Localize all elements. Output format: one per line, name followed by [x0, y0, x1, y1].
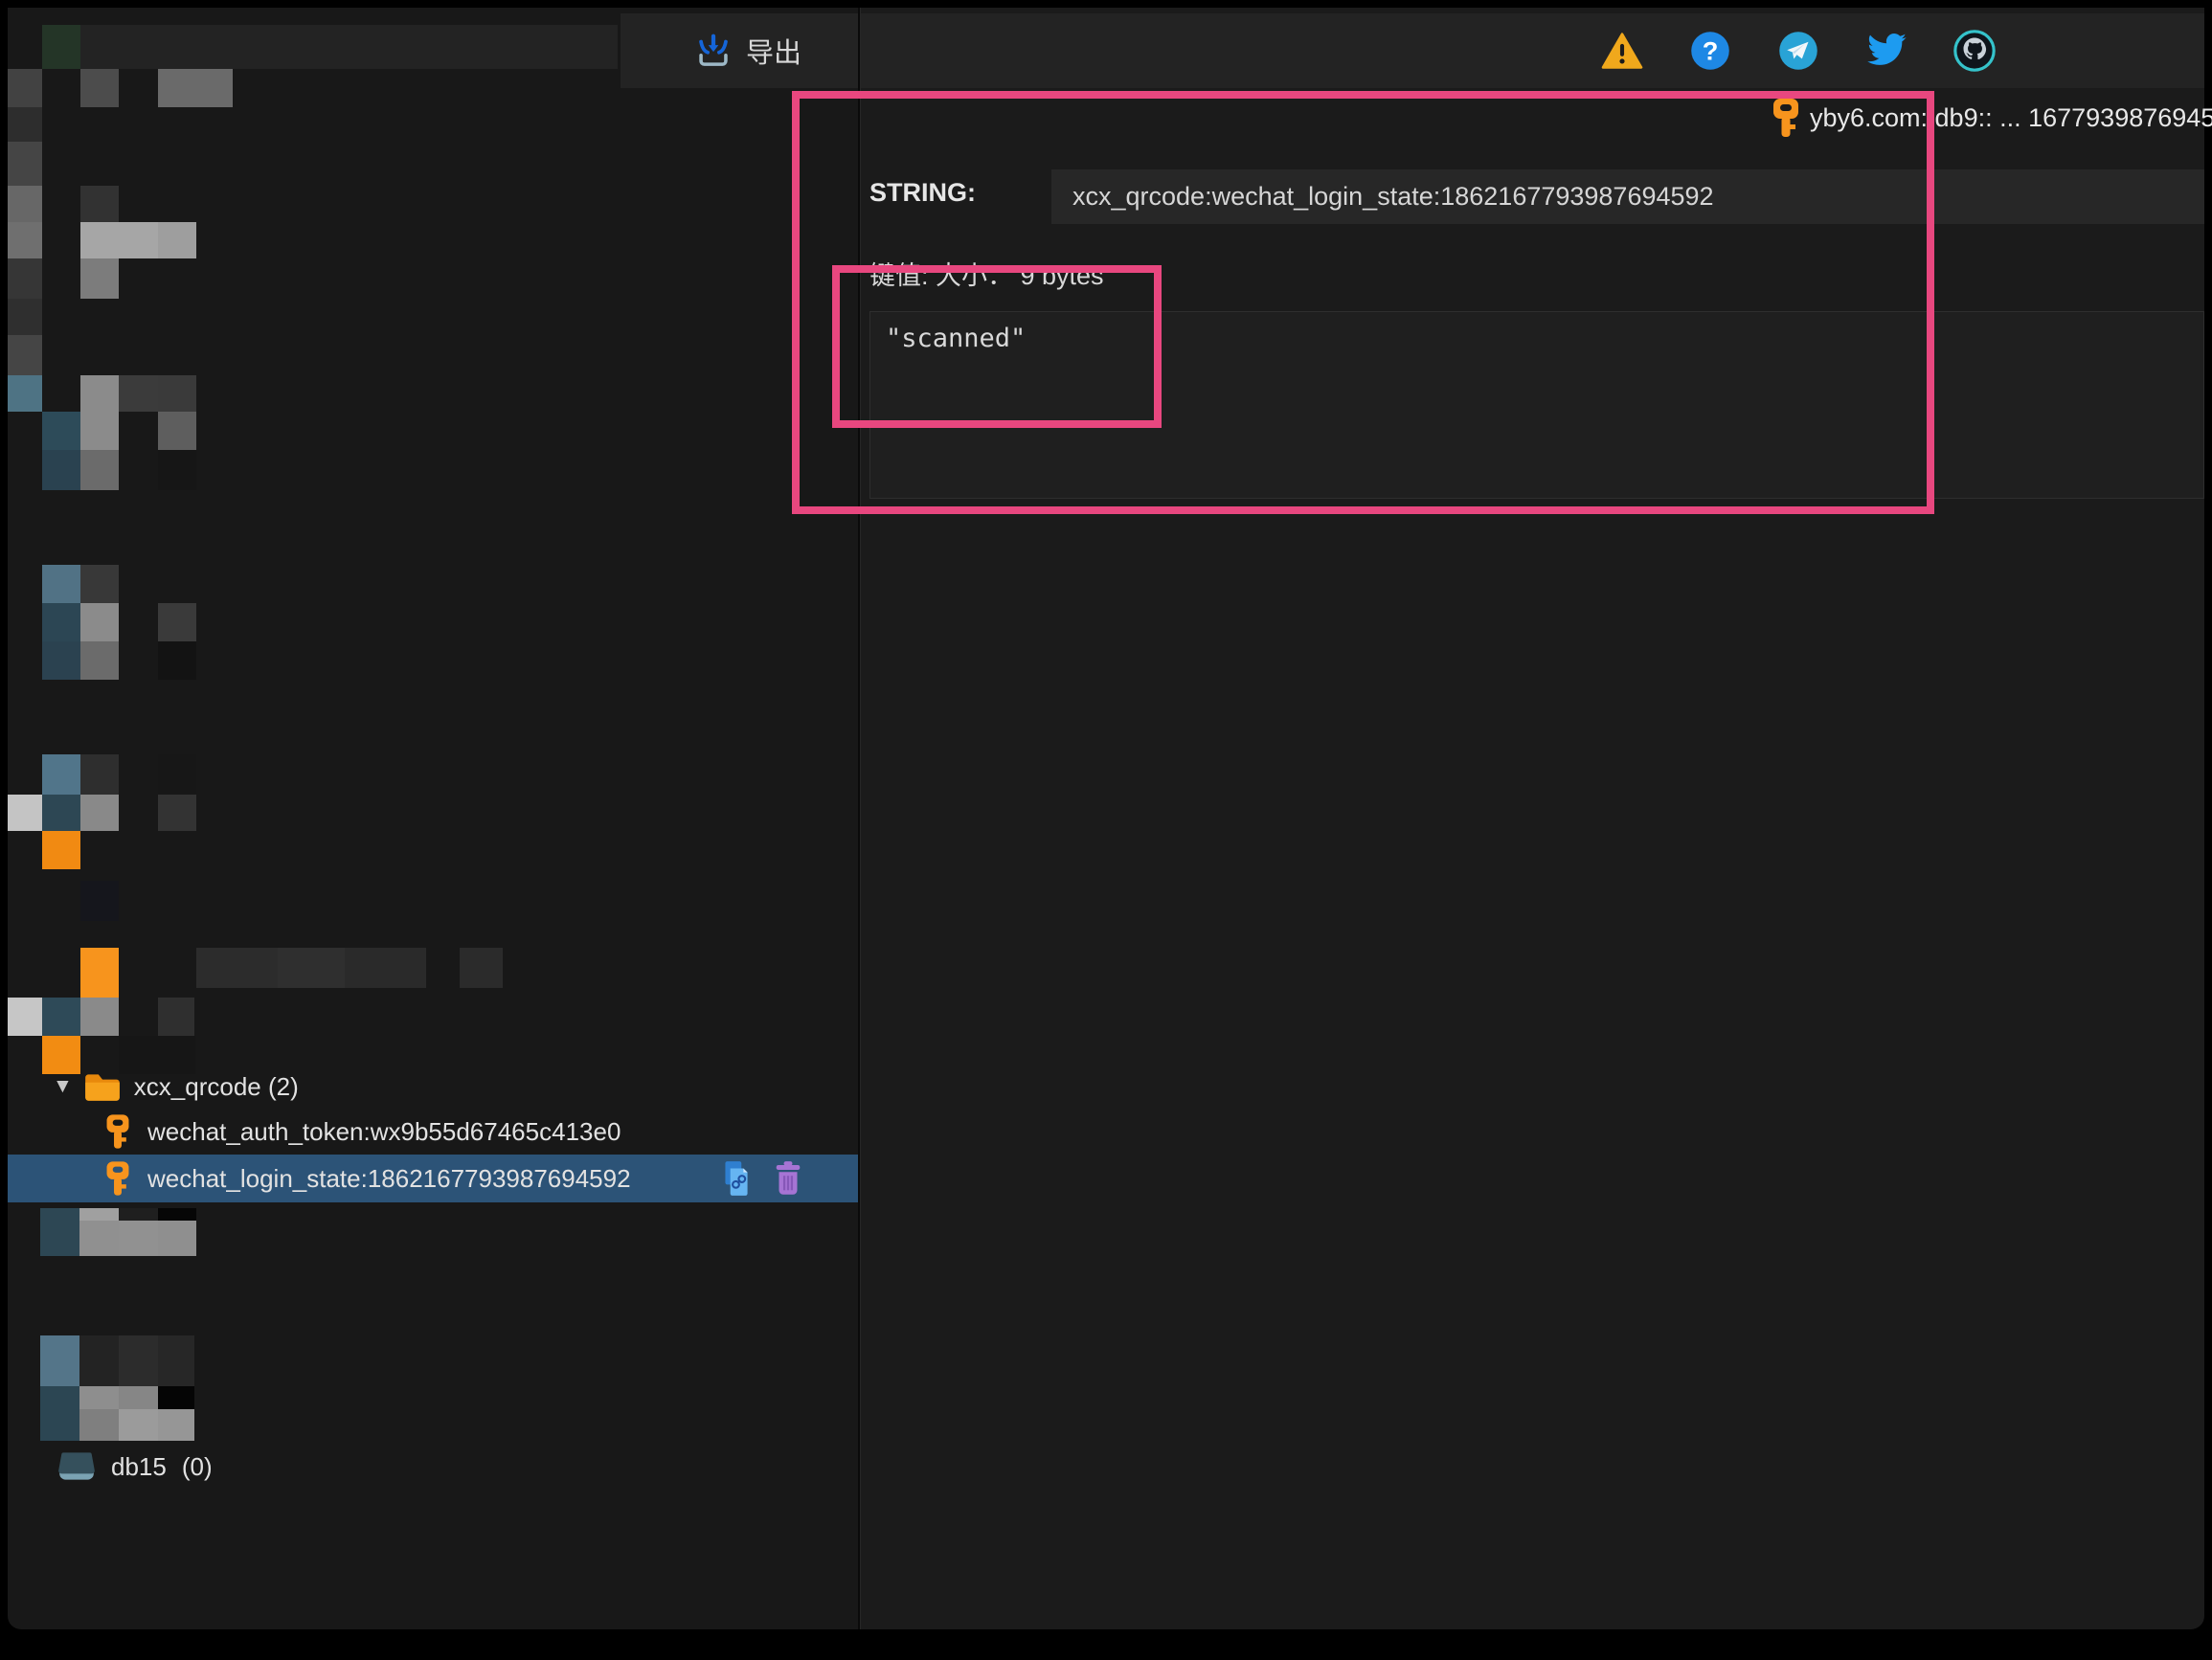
delete-key-icon[interactable] [774, 1160, 802, 1197]
github-icon[interactable] [1952, 29, 1997, 73]
key-icon [103, 1158, 132, 1199]
key-label: wechat_login_state:1862167793987694592 [147, 1164, 631, 1194]
tree-db15[interactable]: db15 (0) [8, 1444, 858, 1490]
db-label: db15 [111, 1452, 167, 1482]
warning-icon[interactable] [1600, 29, 1644, 73]
export-button[interactable]: 导出 [694, 31, 801, 71]
folder-label: xcx_qrcode (2) [134, 1072, 299, 1102]
telegram-icon[interactable] [1776, 29, 1820, 73]
connection-label: yby6.com: db9:: ... 167793987694592 [1810, 103, 2212, 133]
svg-text:?: ? [1703, 35, 1719, 65]
panel-divider[interactable] [858, 8, 860, 1629]
row-actions [720, 1159, 802, 1198]
key-value-box[interactable]: "scanned" [869, 311, 2204, 499]
key-size-label: 键值: 大小： 9 bytes [869, 255, 1104, 292]
key-icon [1770, 97, 1802, 139]
redis-client-window: 导出 ? [0, 0, 2212, 1660]
tree-folder-xcx-qrcode[interactable]: ▼ xcx_qrcode (2) [8, 1065, 858, 1109]
db-count: (0) [182, 1452, 213, 1482]
copy-key-icon[interactable] [720, 1159, 753, 1198]
key-label: wechat_auth_token:wx9b55d67465c413e0 [147, 1117, 621, 1147]
caret-down-icon[interactable]: ▼ [53, 1075, 73, 1098]
export-label: 导出 [746, 31, 801, 71]
help-icon[interactable]: ? [1688, 29, 1732, 73]
connection-breadcrumb: yby6.com: db9:: ... 167793987694592 [1770, 96, 2212, 140]
tree-key-auth-token[interactable]: wechat_auth_token:wx9b55d67465c413e0 [8, 1109, 858, 1155]
database-icon [56, 1449, 98, 1484]
key-value-text: "scanned" [870, 312, 2203, 353]
key-tree: ▼ xcx_qrcode (2) wechat_auth_token:wx9b5… [0, 0, 2212, 1660]
key-type-label: STRING: [869, 178, 976, 208]
twitter-icon[interactable] [1864, 29, 1908, 73]
download-export-icon [694, 32, 733, 70]
folder-icon [82, 1069, 123, 1104]
key-name-input[interactable]: xcx_qrcode:wechat_login_state:1862167793… [1051, 169, 2204, 224]
toolbar-icons: ? [1600, 13, 1997, 88]
key-icon [103, 1111, 132, 1152]
tree-key-login-state[interactable]: wechat_login_state:1862167793987694592 [8, 1155, 858, 1202]
